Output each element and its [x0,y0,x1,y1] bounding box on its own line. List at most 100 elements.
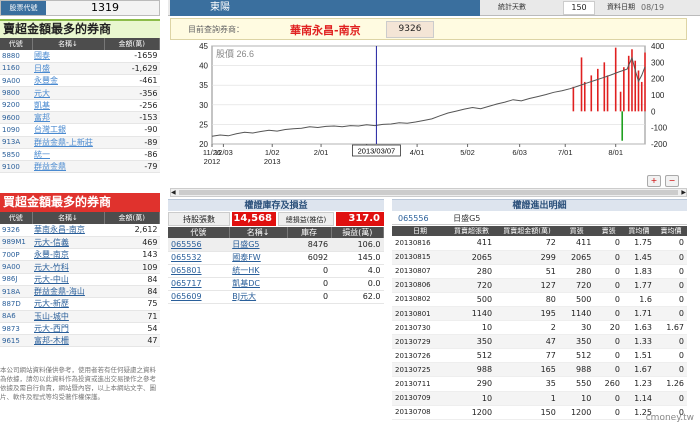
table-row[interactable]: 9200 凱基 -256 [0,99,160,112]
stock-code-input[interactable]: 1319 [51,1,159,15]
detail-col-2[interactable]: 買賣超金額(萬) [495,226,559,236]
detail-col-0[interactable]: 日期 [392,226,448,236]
table-row[interactable]: 1090 台灣工銀 -90 [0,123,160,137]
table-row[interactable]: 065609 BJ元大 0 62.0 [168,290,384,304]
broker-amount: -1659 [104,50,160,63]
table-row[interactable]: 9100 群益金鼎 -79 [0,160,160,174]
table-row[interactable]: 8880 國泰 -1659 [0,50,160,63]
warrant-code-link[interactable]: 065717 [168,277,230,291]
detail-value: 0 [594,236,623,251]
table-row[interactable]: 065556 日盛G5 8476 106.0 [168,238,384,252]
warrant-code-link[interactable]: 065556 [168,238,230,252]
table-row[interactable]: 5850 統一 -86 [0,148,160,162]
table-row[interactable]: 887D 元大-新歷 75 [0,297,160,311]
table-row[interactable]: 9A00 元大-竹科 109 [0,260,160,274]
warrant-code-link[interactable]: 065801 [168,264,230,278]
detail-col-6[interactable]: 賣均價 [654,226,687,236]
table-row[interactable]: 9873 元大-西門 54 [0,322,160,336]
sell-col-amount[interactable]: 金額(萬) [104,38,160,50]
broker-amount: -90 [104,123,160,137]
detail-col-1[interactable]: 買賣超張數 [447,226,496,236]
table-row[interactable]: 918A 群益金鼎-海山 84 [0,285,160,299]
broker-code: 918A [0,285,32,299]
broker-name-link[interactable]: 元大-信義 [32,236,104,250]
warrant-name-link[interactable]: 統一HK [229,264,287,278]
table-row: 20130816 411 72 411 0 1.75 0 [392,236,687,251]
broker-name-link[interactable]: 元大-竹科 [32,260,104,274]
broker-name-link[interactable]: 群益金鼎-上新莊 [32,136,104,149]
table-row[interactable]: 065532 國泰FW 6092 145.0 [168,251,384,265]
warrant-name-link[interactable]: 國泰FW [229,251,287,265]
inv-col-stock[interactable]: 庫存 [287,227,332,238]
table-row[interactable]: 9326 華南永昌-南京 2,612 [0,224,160,237]
table-row[interactable]: 065801 統一HK 0 4.0 [168,264,384,278]
buy-col-amount[interactable]: 金額(萬) [104,212,160,224]
table-row[interactable]: 986J 元大-中山 84 [0,273,160,286]
broker-name-link[interactable]: 富邦-木柵 [32,334,104,348]
detail-col-5[interactable]: 買均價 [622,226,655,236]
warrant-name-link[interactable]: BJ元大 [229,290,287,304]
detail-warrant-name: 日盛G5 [453,214,481,223]
inv-col-code[interactable]: 代號 [168,227,230,238]
broker-name-link[interactable]: 華南永昌-南京 [32,224,104,237]
broker-name-link[interactable]: 元大-西門 [32,322,104,336]
sell-col-code[interactable]: 代號 [0,38,33,50]
broker-name-link[interactable]: 國泰 [32,50,104,63]
zoom-in-icon[interactable]: + [647,175,661,187]
warrant-code-link[interactable]: 065532 [168,251,230,265]
detail-date: 20130802 [392,292,448,307]
table-row: 20130725 988 165 988 0 1.67 0 [392,362,687,378]
table-row[interactable]: 065717 凱基DC 0 0.0 [168,277,384,291]
detail-value: 1.51 [622,348,655,364]
table-row[interactable]: 989M1 元大-信義 469 [0,236,160,250]
detail-value: 1.14 [622,391,655,406]
broker-name-link[interactable]: 玉山-城中 [32,310,104,323]
query-broker-code[interactable]: 9326 [386,21,434,38]
detail-value: 500 [558,292,595,307]
warrant-code-link[interactable]: 065609 [168,290,230,304]
warrant-name-link[interactable]: 日盛G5 [229,238,287,252]
broker-name-link[interactable]: 日盛 [32,62,104,76]
broker-name-link[interactable]: 元大-新歷 [32,297,104,311]
sell-col-name[interactable]: 名稱↓ [32,38,105,50]
table-row[interactable]: 9600 富邦 -153 [0,111,160,125]
detail-date: 20130729 [392,334,448,350]
warrant-name-link[interactable]: 凱基DC [229,277,287,291]
table-row[interactable]: 8A6 玉山-城中 71 [0,310,160,323]
detail-value: 720 [558,278,595,293]
stat-days-input[interactable]: 150 [563,1,595,15]
broker-name-link[interactable]: 永豐金 [32,74,104,88]
table-row[interactable]: 1160 日盛 -1,629 [0,62,160,76]
table-row[interactable]: 9615 富邦-木柵 47 [0,334,160,348]
broker-name-link[interactable]: 永豐-南京 [32,248,104,262]
scroll-right-icon[interactable]: ▶ [681,189,686,196]
broker-name-link[interactable]: 凱基 [32,99,104,112]
broker-name-link[interactable]: 元大 [32,86,104,100]
broker-code: 9100 [0,160,32,174]
table-row[interactable]: 913A 群益金鼎-上新莊 -89 [0,136,160,149]
table-row: 20130729 350 47 350 0 1.33 0 [392,334,687,350]
x-tick-year: 2013 [264,157,281,166]
detail-col-3[interactable]: 買張 [558,226,595,236]
buy-col-name[interactable]: 名稱↓ [32,212,105,224]
broker-name-link[interactable]: 群益金鼎 [32,160,104,174]
inv-col-name[interactable]: 名稱↓ [229,227,288,238]
broker-name-link[interactable]: 群益金鼎-海山 [32,285,104,299]
scroll-thumb[interactable] [179,190,678,195]
table-row[interactable]: 9A00 永豐金 -461 [0,74,160,88]
broker-name-link[interactable]: 富邦 [32,111,104,125]
detail-value: 411 [558,236,595,251]
x-tick-label: 12/03 [214,148,233,157]
table-row[interactable]: 700P 永豐-南京 143 [0,248,160,262]
volume-bar [640,81,643,112]
broker-name-link[interactable]: 元大-中山 [32,273,104,286]
detail-col-4[interactable]: 賣張 [594,226,623,236]
buy-col-code[interactable]: 代號 [0,212,33,224]
zoom-out-icon[interactable]: − [665,175,679,187]
chart-scrollbar[interactable]: ◀ ▶ [170,188,687,197]
broker-name-link[interactable]: 統一 [32,148,104,162]
table-row[interactable]: 9800 元大 -356 [0,86,160,100]
inv-col-pl[interactable]: 損益(萬) [331,227,385,238]
scroll-left-icon[interactable]: ◀ [171,189,176,196]
broker-name-link[interactable]: 台灣工銀 [32,123,104,137]
